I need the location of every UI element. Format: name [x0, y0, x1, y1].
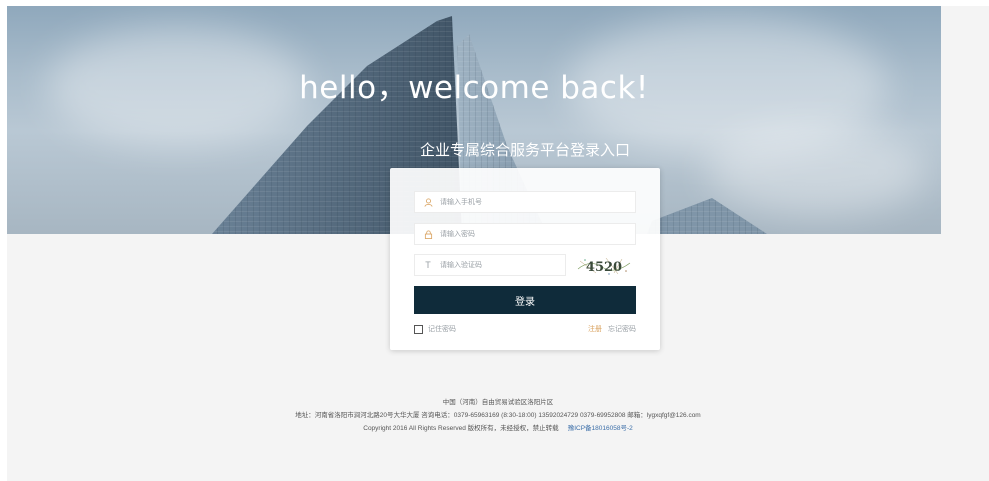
- code-placeholder: 请输入验证码: [440, 262, 482, 269]
- remember-password[interactable]: 记住密码: [414, 324, 456, 334]
- auth-links: 注册 忘记密码: [588, 324, 636, 334]
- user-icon: [423, 197, 433, 207]
- text-icon: T: [425, 260, 431, 270]
- password-placeholder: 请输入密码: [440, 231, 475, 238]
- footer-copyright-line: Copyright 2016 All Rights Reserved 版权所有，…: [7, 422, 989, 435]
- welcome-headline: hello，welcome back!: [299, 70, 649, 106]
- remember-checkbox[interactable]: [414, 324, 423, 334]
- password-input[interactable]: 请输入密码: [414, 223, 636, 245]
- footer: 中国（河南）自由贸易试验区洛阳片区 地址：河南省洛阳市涧河北路20号大华大厦 咨…: [7, 396, 989, 435]
- phone-input[interactable]: 请输入手机号: [414, 191, 636, 213]
- verification-code-input[interactable]: T 请输入验证码: [414, 254, 566, 276]
- forgot-password-link[interactable]: 忘记密码: [608, 324, 636, 334]
- captcha-text: 4520: [586, 260, 622, 275]
- login-card: 请输入手机号 请输入密码 T 请输入验证码 4520 登录 记住密码 注册 忘记: [390, 168, 660, 350]
- footer-region: 中国（河南）自由贸易试验区洛阳片区: [442, 399, 554, 406]
- footer-contact: 地址：河南省洛阳市涧河北路20号大华大厦 咨询电话：0379-65963169 …: [295, 412, 701, 419]
- page: hello，welcome back! 企业专属综合服务平台登录入口 请输入手机…: [7, 6, 989, 481]
- captcha-image[interactable]: 4520: [576, 255, 632, 277]
- remember-label: 记住密码: [428, 326, 456, 333]
- login-button[interactable]: 登录: [414, 286, 636, 314]
- icp-link[interactable]: 豫ICP备18016058号-2: [568, 425, 633, 432]
- portal-subtitle: 企业专属综合服务平台登录入口: [419, 142, 630, 159]
- lock-icon: [423, 229, 433, 239]
- footer-copyright: Copyright 2016 All Rights Reserved 版权所有，…: [363, 425, 559, 432]
- register-link[interactable]: 注册: [588, 324, 602, 334]
- phone-placeholder: 请输入手机号: [440, 199, 482, 206]
